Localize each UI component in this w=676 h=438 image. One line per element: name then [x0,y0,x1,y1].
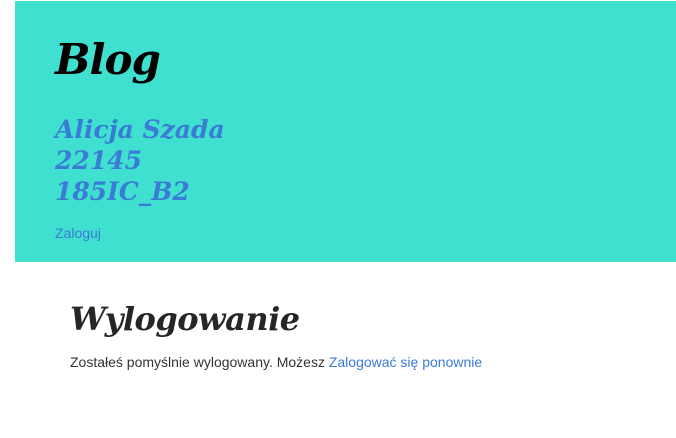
site-header: Blog Alicja Szada 22145 185IC_B2 Zaloguj [15,1,676,262]
author-name: Alicja Szada [55,115,225,144]
page-title: Wylogowanie [70,300,300,338]
author-info: Alicja Szada 22145 185IC_B2 [55,114,225,207]
student-id: 22145 [55,146,142,175]
relogin-link[interactable]: Zalogować się ponownie [329,354,482,370]
logout-message-text: Zostałeś pomyślnie wylogowany. Możesz [70,354,329,370]
login-link[interactable]: Zaloguj [55,225,101,241]
logout-message: Zostałeś pomyślnie wylogowany. Możesz Za… [70,354,482,371]
group-code: 185IC_B2 [55,177,190,206]
blog-title: Blog [55,35,161,84]
